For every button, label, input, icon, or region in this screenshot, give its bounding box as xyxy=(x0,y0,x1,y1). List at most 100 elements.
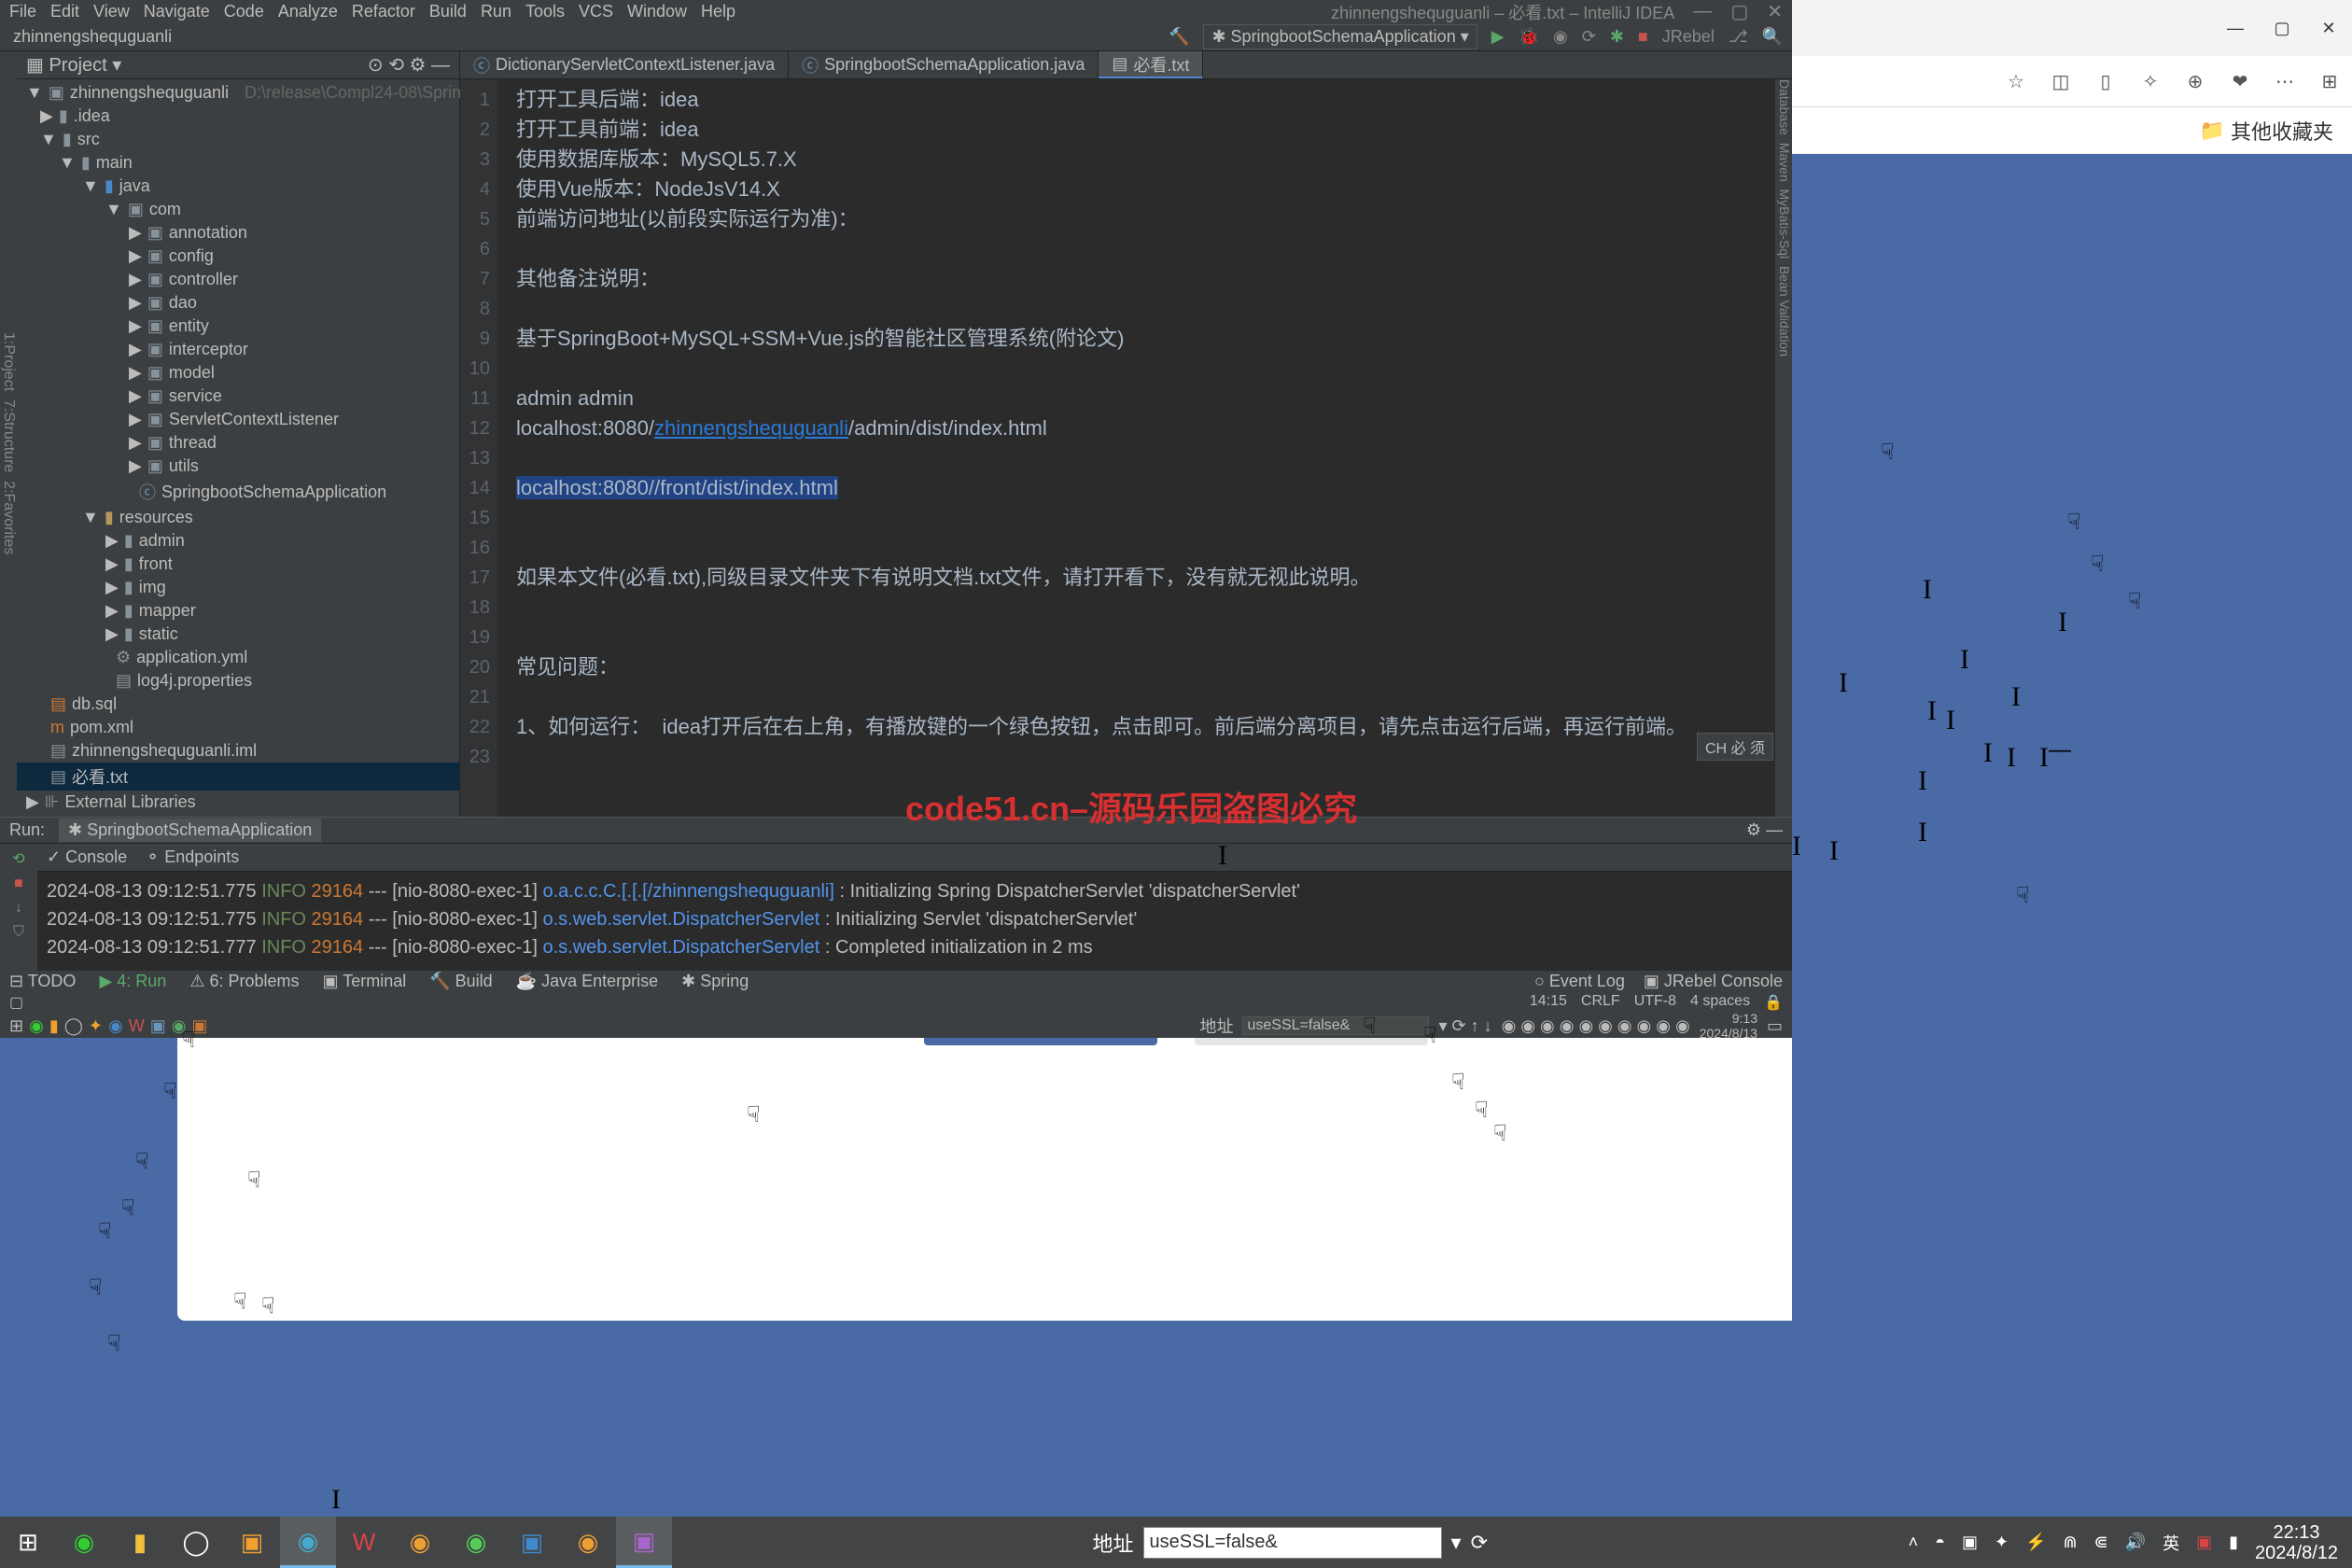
tray-icon[interactable]: ⋒ xyxy=(2063,1533,2077,1552)
tray-wifi-icon[interactable]: ⋐ xyxy=(2094,1533,2108,1552)
line-sep[interactable]: CRLF xyxy=(1581,993,1620,1012)
menu-code[interactable]: Code xyxy=(224,2,264,21)
inner-app[interactable]: ▮ xyxy=(49,1016,59,1036)
ide-maximize-icon[interactable]: ▢ xyxy=(1730,0,1748,23)
taskbar-app[interactable]: ◉ xyxy=(560,1517,616,1568)
tray-icon[interactable]: ◓ xyxy=(1935,1533,1945,1552)
inner-app[interactable]: ◯ xyxy=(64,1016,83,1036)
menu-tools[interactable]: Tools xyxy=(525,2,565,21)
left-toolwindow-bar[interactable]: 1:Project 7:Structure 2:Favorites xyxy=(0,51,17,817)
taskbar-edge[interactable]: ◉ xyxy=(280,1517,336,1568)
taskbar-wps[interactable]: W xyxy=(336,1517,392,1568)
run-tab[interactable]: ▶ 4: Run xyxy=(99,972,166,991)
run-icon[interactable]: ▶ xyxy=(1491,27,1505,47)
menu-icon[interactable]: ⋯ xyxy=(2272,68,2298,94)
stop-icon[interactable]: ■ xyxy=(1638,27,1648,47)
menu-run[interactable]: Run xyxy=(481,2,511,21)
hammer-icon[interactable]: 🔨 xyxy=(1169,27,1189,47)
taskbar-app[interactable]: ◉ xyxy=(56,1517,112,1568)
taskbar-sublime[interactable]: ▣ xyxy=(224,1517,280,1568)
jrebel-run-icon[interactable]: ✱ xyxy=(1610,27,1624,47)
editor-tab-active[interactable]: ▤必看.txt xyxy=(1099,51,1203,78)
console-tab[interactable]: ✓ Console xyxy=(47,847,127,867)
taskbar-intellij[interactable]: ▣ xyxy=(616,1517,672,1568)
run-settings-icon[interactable]: ⚙ — xyxy=(1746,820,1783,840)
maximize-button[interactable]: ▢ xyxy=(2259,7,2305,49)
menu-edit[interactable]: Edit xyxy=(50,2,79,21)
collections-icon[interactable]: ⊕ xyxy=(2182,68,2208,94)
taskbar-wechat[interactable]: ◉ xyxy=(448,1517,504,1568)
start-button[interactable]: ⊞ xyxy=(0,1517,56,1568)
indent[interactable]: 4 spaces xyxy=(1690,993,1750,1012)
other-favorites[interactable]: 📁 其他收藏夹 xyxy=(2200,116,2333,146)
terminal-tab[interactable]: ▣ Terminal xyxy=(323,972,407,991)
tray-volume-icon[interactable]: 🔊 xyxy=(2125,1533,2146,1552)
menu-analyze[interactable]: Analyze xyxy=(278,2,338,21)
menu-refactor[interactable]: Refactor xyxy=(352,2,415,21)
code-area[interactable]: 打开工具后端：idea 打开工具前端：idea 使用数据库版本：MySQL5.7… xyxy=(497,79,1775,817)
inner-app[interactable]: ◉ xyxy=(29,1016,44,1036)
editor-tab[interactable]: ⓒSpringbootSchemaApplication.java xyxy=(789,51,1099,78)
lock-icon[interactable]: 🔒 xyxy=(1764,993,1783,1012)
inner-start[interactable]: ⊞ xyxy=(9,1016,23,1036)
problems-tab[interactable]: ⚠ 6: Problems xyxy=(189,972,299,991)
tray-up-icon[interactable]: ˄ xyxy=(1909,1533,1919,1552)
caret-position[interactable]: 14:15 xyxy=(1530,993,1567,1012)
inner-app[interactable]: ▣ xyxy=(150,1016,166,1036)
endpoints-tab[interactable]: ⚬ Endpoints xyxy=(146,847,239,867)
vcs-icon[interactable]: ⎇ xyxy=(1729,27,1748,47)
tray-icon[interactable]: ▮ xyxy=(2229,1533,2238,1552)
close-button[interactable]: ✕ xyxy=(2305,7,2352,49)
coverage-icon[interactable]: ◉ xyxy=(1553,27,1568,47)
run-config-dropdown[interactable]: ✱ SpringbootSchemaApplication ▾ xyxy=(1203,24,1477,49)
jrebel-label[interactable]: JRebel xyxy=(1662,27,1715,47)
project-settings-icon[interactable]: ⊙ ⟲ ⚙ — xyxy=(368,53,450,77)
project-label[interactable]: ▦ Project ▾ xyxy=(26,53,121,77)
editor-tab[interactable]: ⓒDictionaryServletContextListener.java xyxy=(460,51,789,78)
jrebel-tab[interactable]: ▣ JRebel Console xyxy=(1644,972,1783,991)
todo-tab[interactable]: ⊟ TODO xyxy=(9,972,76,991)
search-icon[interactable]: 🔍 xyxy=(1762,27,1783,47)
profile-icon[interactable]: ⟳ xyxy=(1582,27,1596,47)
filter-icon[interactable]: ⛉ xyxy=(13,924,24,941)
inner-app[interactable]: ◉ xyxy=(108,1016,123,1036)
taskbar-addr-input[interactable] xyxy=(1143,1527,1442,1559)
star-icon[interactable]: ☆ xyxy=(2003,68,2029,94)
taskbar-clock[interactable]: 22:13 2024/8/12 xyxy=(2255,1522,2338,1563)
ide-close-icon[interactable]: ✕ xyxy=(1767,0,1783,23)
javaee-tab[interactable]: ☕ Java Enterprise xyxy=(516,972,658,991)
editor[interactable]: 1234567891011121314151617181920212223 打开… xyxy=(460,79,1792,817)
debug-icon[interactable]: 🐞 xyxy=(1519,27,1539,47)
right-toolwindow-bar[interactable]: Database Maven MyBatis-Sql Bean Validati… xyxy=(1775,79,1792,817)
minimize-button[interactable]: — xyxy=(2212,7,2259,49)
sync-icon[interactable]: ❤ xyxy=(2227,68,2253,94)
tray-icon[interactable]: ⚡ xyxy=(2025,1533,2046,1552)
menu-navigate[interactable]: Navigate xyxy=(144,2,210,21)
menu-window[interactable]: Window xyxy=(627,2,687,21)
tray-icon[interactable]: ▣ xyxy=(1962,1533,1978,1552)
refresh-icon[interactable]: ⟳ xyxy=(1471,1531,1488,1555)
menu-vcs[interactable]: VCS xyxy=(579,2,613,21)
run-config-tab[interactable]: ✱ SpringbootSchemaApplication xyxy=(59,819,321,842)
inner-app[interactable]: ◉ xyxy=(172,1016,187,1036)
tray-icon[interactable]: ✦ xyxy=(1995,1533,2009,1552)
taskbar-app[interactable]: ◉ xyxy=(392,1517,448,1568)
spring-tab[interactable]: ✱ Spring xyxy=(681,972,749,991)
build-tab[interactable]: 🔨 Build xyxy=(429,972,492,991)
inner-app[interactable]: W xyxy=(129,1016,145,1036)
extensions-icon[interactable]: ◫ xyxy=(2048,68,2074,94)
sidebar-icon[interactable]: ▯ xyxy=(2093,68,2119,94)
addr-input[interactable] xyxy=(1242,1016,1429,1035)
console-output[interactable]: 2024-08-13 09:12:51.775 INFO 29164 --- [… xyxy=(0,872,1792,967)
ide-minimize-icon[interactable]: — xyxy=(1693,1,1712,22)
inner-app[interactable]: ▣ xyxy=(191,1016,207,1036)
rerun-icon[interactable]: ⟲ xyxy=(12,849,24,868)
menu-file[interactable]: File xyxy=(9,2,36,21)
tray-ime-icon[interactable]: 英 xyxy=(2163,1531,2179,1555)
taskbar-chrome[interactable]: ◯ xyxy=(168,1517,224,1568)
menu-build[interactable]: Build xyxy=(429,2,467,21)
project-tree[interactable]: ▼▣zhinnengshequguanli D:\release\Compl24… xyxy=(17,79,459,839)
down-icon[interactable]: ↓ xyxy=(15,900,22,917)
menu-view[interactable]: View xyxy=(93,2,130,21)
tray-ime-icon[interactable]: ▣ xyxy=(2196,1533,2212,1552)
